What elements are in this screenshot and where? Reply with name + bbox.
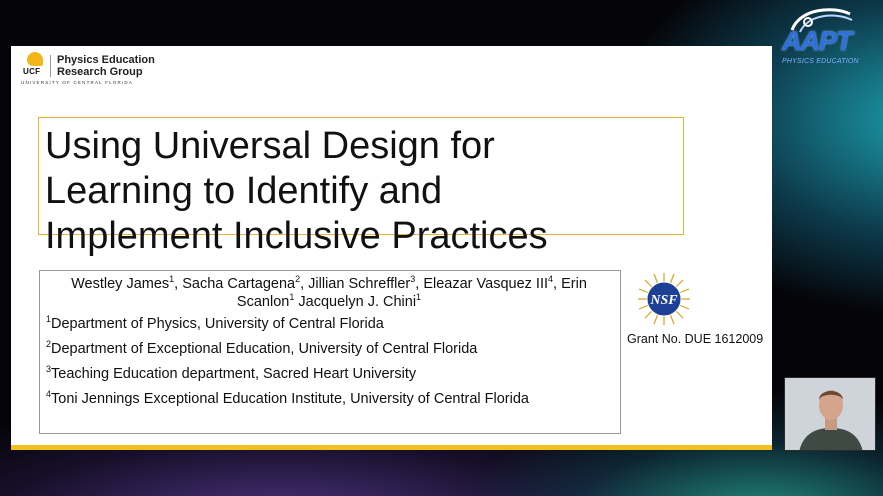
author-sup: 1 xyxy=(289,292,295,303)
author-sup: 1 xyxy=(169,274,175,285)
affiliation-2: 2Department of Exceptional Education, Un… xyxy=(46,340,478,357)
ucf-perg-logo: UCF Physics Education Research Group UNI… xyxy=(21,52,211,86)
author-list: Westley James1, Sacha Cartagena2, Jillia… xyxy=(71,274,587,310)
logo-divider xyxy=(50,55,51,77)
logo-university: UNIVERSITY OF CENTRAL FLORIDA xyxy=(21,80,134,85)
author-box: Westley James1, Sacha Cartagena2, Jillia… xyxy=(39,270,621,434)
author-sup: 1 xyxy=(416,292,422,303)
affiliation-text: Teaching Education department, Sacred He… xyxy=(51,366,417,382)
author-name: Sacha Cartagena xyxy=(182,276,296,292)
slide-title: Using Universal Design for Learning to I… xyxy=(45,125,548,257)
grant-number: Grant No. DUE 1612009 xyxy=(627,332,764,346)
author-sup: 2 xyxy=(295,274,301,285)
presenter-video-icon xyxy=(785,378,875,450)
aapt-logo-text: AAPT xyxy=(782,26,852,56)
author-name: Jillian Schreffler xyxy=(308,276,411,292)
author-name: Jacquelyn J. Chini xyxy=(298,294,417,310)
affiliation-4: 4Toni Jennings Exceptional Education Ins… xyxy=(46,390,529,407)
affiliation-text: Department of Exceptional Education, Uni… xyxy=(51,341,478,357)
slide-accent-bar xyxy=(11,445,772,450)
nsf-logo-icon: NSF xyxy=(638,273,690,325)
aapt-logo-subtitle: PHYSICS EDUCATION xyxy=(782,58,859,65)
author-name: Eleazar Vasquez III xyxy=(423,276,549,292)
ucf-mark-text: UCF xyxy=(23,67,41,76)
aapt-logo: AAPT PHYSICS EDUCATION xyxy=(778,6,878,68)
ucf-pegasus-icon: UCF xyxy=(21,52,51,80)
author-sup: 4 xyxy=(548,274,554,285)
nsf-label: NSF xyxy=(649,293,678,308)
affiliation-1: 1Department of Physics, University of Ce… xyxy=(46,315,384,332)
logo-group-name: Physics Education Research Group xyxy=(57,54,155,78)
affiliation-text: Toni Jennings Exceptional Education Inst… xyxy=(51,391,529,407)
affiliation-text: Department of Physics, University of Cen… xyxy=(51,316,384,332)
presenter-webcam xyxy=(784,377,876,451)
presentation-slide: UCF Physics Education Research Group UNI… xyxy=(11,46,772,450)
affiliation-3: 3Teaching Education department, Sacred H… xyxy=(46,365,417,382)
author-name: Westley James xyxy=(71,276,170,292)
author-sup: 3 xyxy=(410,274,416,285)
title-box: Using Universal Design for Learning to I… xyxy=(38,117,684,257)
